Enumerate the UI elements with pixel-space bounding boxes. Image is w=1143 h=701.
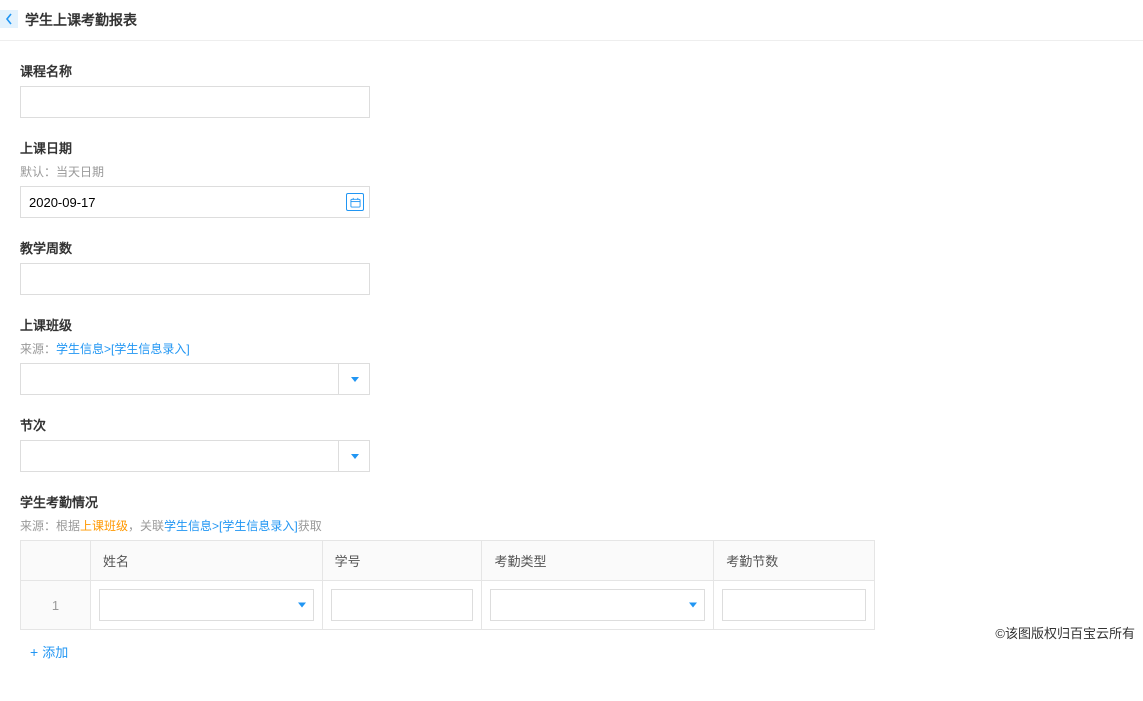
back-button[interactable] — [0, 10, 18, 28]
table-row: 1 — [21, 581, 874, 629]
period-label: 节次 — [20, 415, 1123, 434]
row-number-input[interactable] — [331, 589, 474, 621]
hint-link[interactable]: 学生信息>[学生信息录入] — [164, 519, 298, 533]
col-count-header: 考勤节数 — [714, 541, 874, 580]
table-header: 姓名 学号 考勤类型 考勤节数 — [21, 541, 874, 581]
hint-prefix: 来源：根据 — [20, 519, 80, 533]
course-name-label: 课程名称 — [20, 61, 1123, 80]
hint-suffix: 获取 — [298, 519, 322, 533]
attendance-hint: 来源：根据上课班级，关联学生信息>[学生信息录入]获取 — [20, 517, 1123, 534]
period-select[interactable] — [20, 440, 370, 472]
class-group-hint: 来源：学生信息>[学生信息录入] — [20, 340, 1123, 357]
hint-orange: 上课班级 — [80, 519, 128, 533]
calendar-icon[interactable] — [346, 193, 364, 211]
week-number-label: 教学周数 — [20, 238, 1123, 257]
class-date-hint: 默认：当天日期 — [20, 163, 1123, 180]
hint-link[interactable]: 学生信息>[学生信息录入] — [56, 342, 190, 356]
add-row-button[interactable]: + 添加 — [30, 642, 68, 661]
class-group-label: 上课班级 — [20, 315, 1123, 334]
course-name-input[interactable] — [20, 86, 370, 118]
week-number-input[interactable] — [20, 263, 370, 295]
row-count-input[interactable] — [722, 589, 866, 621]
class-group-select[interactable] — [20, 363, 370, 395]
add-row-label: 添加 — [42, 642, 68, 661]
hint-mid: ，关联 — [128, 519, 164, 533]
row-name-select[interactable] — [99, 589, 314, 621]
col-name-header: 姓名 — [91, 541, 323, 580]
attendance-table: 姓名 学号 考勤类型 考勤节数 1 — [20, 540, 875, 630]
row-type-select[interactable] — [490, 589, 705, 621]
page-title: 学生上课考勤报表 — [25, 10, 137, 30]
col-type-header: 考勤类型 — [482, 541, 714, 580]
copyright: ©该图版权归百宝云所有 — [995, 623, 1135, 642]
hint-prefix: 来源： — [20, 342, 56, 356]
plus-icon: + — [30, 644, 38, 660]
col-number-header: 学号 — [323, 541, 483, 580]
attendance-label: 学生考勤情况 — [20, 492, 1123, 511]
row-index: 1 — [21, 581, 91, 629]
col-index-header — [21, 541, 91, 580]
class-date-label: 上课日期 — [20, 138, 1123, 157]
class-date-input[interactable] — [20, 186, 370, 218]
